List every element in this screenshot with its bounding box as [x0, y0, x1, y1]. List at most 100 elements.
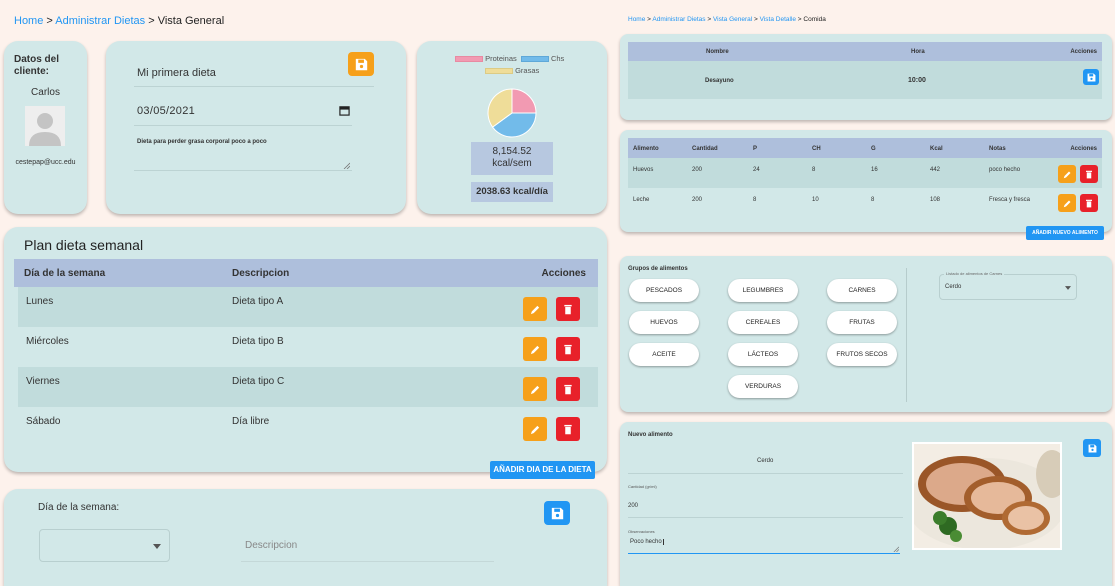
food-list-value: Cerdo: [945, 284, 962, 290]
new-day-card: Día de la semana: Descripcion: [4, 489, 607, 586]
trash-icon: [564, 344, 572, 354]
quantity-value: 200: [628, 503, 639, 509]
delete-button[interactable]: [556, 297, 580, 321]
breadcrumb-home[interactable]: Home: [628, 16, 645, 23]
meal-name: Desayuno: [705, 78, 734, 84]
food-list-select[interactable]: Listado de alimentos de Carnes Cerdo: [939, 271, 1077, 300]
day-select[interactable]: [39, 529, 170, 562]
quantity-field[interactable]: Cantidad (gr/ml) 200: [628, 482, 903, 518]
group-huevos[interactable]: HUEVOS: [629, 311, 699, 334]
meal-row: Desayuno 10:00: [628, 61, 1102, 99]
breadcrumb-admin[interactable]: Administrar Dietas: [652, 16, 705, 23]
header-hora: Hora: [911, 49, 925, 55]
roast-pork-image: [914, 450, 1060, 548]
group-pescados[interactable]: PESCADOS: [629, 279, 699, 302]
save-icon: [551, 507, 563, 519]
client-email: cestepap@ucc.edu: [15, 159, 76, 166]
diet-card: Mi primera dieta 03/05/2021 Dieta para p…: [106, 41, 406, 214]
diet-description-field[interactable]: Dieta para perder grasa corporal poco a …: [134, 136, 352, 171]
diet-date-field[interactable]: 03/05/2021: [134, 96, 352, 126]
breadcrumb-admin[interactable]: Administrar Dietas: [55, 15, 145, 27]
macros-card: Proteinas Chs Grasas 8,154.52 kcal/sem 2…: [417, 41, 607, 214]
legend-chs: Chs: [550, 54, 565, 63]
delete-button[interactable]: [1080, 165, 1098, 183]
food-name: Cerdo: [757, 458, 774, 464]
legend-swatch-proteinas: [455, 56, 483, 63]
client-title: Datos del cliente:: [14, 54, 60, 77]
pencil-icon: [530, 305, 539, 314]
save-icon: [1088, 444, 1096, 452]
delete-button[interactable]: [556, 337, 580, 361]
legend-swatch-chs: [520, 56, 549, 63]
breadcrumb: Home > Administrar Dietas > Vista Genera…: [14, 15, 225, 27]
table-row: Leche 200 8 10 8 108 Fresca y fresca: [628, 188, 1102, 218]
diet-name: Mi primera dieta: [137, 67, 216, 79]
new-food-title: Nuevo alimento: [628, 432, 673, 438]
save-day-button[interactable]: [544, 501, 570, 525]
header-actions: Acciones: [541, 268, 586, 279]
observations-value: Poco hecho: [630, 539, 664, 545]
breadcrumb-general[interactable]: Vista General: [713, 16, 752, 23]
edit-button[interactable]: [1058, 194, 1076, 212]
right-breadcrumb: Home > Administrar Dietas > Vista Genera…: [628, 16, 826, 23]
edit-button[interactable]: [523, 337, 547, 361]
foods-table-header: Alimento Cantidad P CH G Kcal Notas Acci…: [628, 138, 1102, 158]
foods-card: Alimento Cantidad P CH G Kcal Notas Acci…: [620, 130, 1112, 232]
save-food-button[interactable]: [1083, 439, 1101, 457]
save-meal-button[interactable]: [1083, 69, 1099, 85]
daily-kcal: 2038.63 kcal/día: [476, 186, 548, 197]
resize-handle-icon[interactable]: [893, 546, 899, 552]
header-day: Día de la semana: [24, 268, 106, 279]
observations-label: Observaciones: [628, 529, 655, 534]
diet-name-field[interactable]: Mi primera dieta: [134, 59, 374, 87]
save-icon: [1087, 73, 1095, 81]
delete-button[interactable]: [1080, 194, 1098, 212]
group-aceite[interactable]: ACEITE: [629, 343, 699, 366]
header-description: Descripcion: [232, 268, 290, 279]
edit-button[interactable]: [523, 417, 547, 441]
plan-title: Plan dieta semanal: [24, 237, 144, 253]
save-diet-button[interactable]: [348, 52, 374, 76]
pencil-icon: [530, 425, 539, 434]
breadcrumb-detail[interactable]: Vista Detalle: [760, 16, 796, 23]
table-row: Lunes Dieta tipo A: [18, 287, 598, 327]
header-nombre: Nombre: [706, 49, 729, 55]
header-acciones: Acciones: [1070, 49, 1097, 55]
breadcrumb-home[interactable]: Home: [14, 15, 43, 27]
edit-button[interactable]: [1058, 165, 1076, 183]
group-frutos-secos[interactable]: FRUTOS SECOS: [827, 343, 897, 366]
trash-icon: [564, 304, 572, 314]
legend-swatch-grasas: [485, 68, 513, 75]
meal-card: Nombre Hora Acciones Desayuno 10:00: [620, 34, 1112, 120]
group-carnes[interactable]: CARNES: [827, 279, 897, 302]
pie-slice-proteinas: [511, 88, 537, 114]
calendar-icon[interactable]: [339, 105, 350, 116]
description-input[interactable]: Descripcion: [241, 529, 494, 562]
groups-divider: [906, 268, 907, 402]
group-lacteos[interactable]: LÁCTEOS: [728, 343, 798, 366]
avatar: [25, 106, 65, 146]
plan-card: Plan dieta semanal Día de la semana Desc…: [4, 227, 607, 472]
observations-field[interactable]: Observaciones Poco hecho: [628, 527, 900, 554]
groups-title: Grupos de alimentos: [628, 266, 688, 272]
diet-date: 03/05/2021: [137, 105, 196, 117]
group-frutas[interactable]: FRUTAS: [827, 311, 897, 334]
legend-grasas: Grasas: [515, 66, 540, 75]
resize-handle-icon[interactable]: [343, 162, 350, 169]
add-food-button[interactable]: AÑADIR NUEVO ALIMENTO: [1026, 226, 1104, 240]
trash-icon: [564, 384, 572, 394]
breadcrumb-current: Vista General: [157, 15, 225, 27]
delete-button[interactable]: [556, 417, 580, 441]
group-legumbres[interactable]: LEGUMBRES: [728, 279, 798, 302]
quantity-label: Cantidad (gr/ml): [628, 484, 657, 489]
table-row: Sábado Día libre: [18, 407, 598, 447]
pencil-icon: [1063, 200, 1070, 207]
meal-table-header: Nombre Hora Acciones: [628, 42, 1102, 61]
edit-button[interactable]: [523, 297, 547, 321]
delete-button[interactable]: [556, 377, 580, 401]
add-day-button[interactable]: AÑADIR DIA DE LA DIETA: [490, 461, 595, 479]
group-verduras[interactable]: VERDURAS: [728, 375, 798, 398]
food-name-field[interactable]: Cerdo: [628, 444, 903, 474]
edit-button[interactable]: [523, 377, 547, 401]
group-cereales[interactable]: CEREALES: [728, 311, 798, 334]
